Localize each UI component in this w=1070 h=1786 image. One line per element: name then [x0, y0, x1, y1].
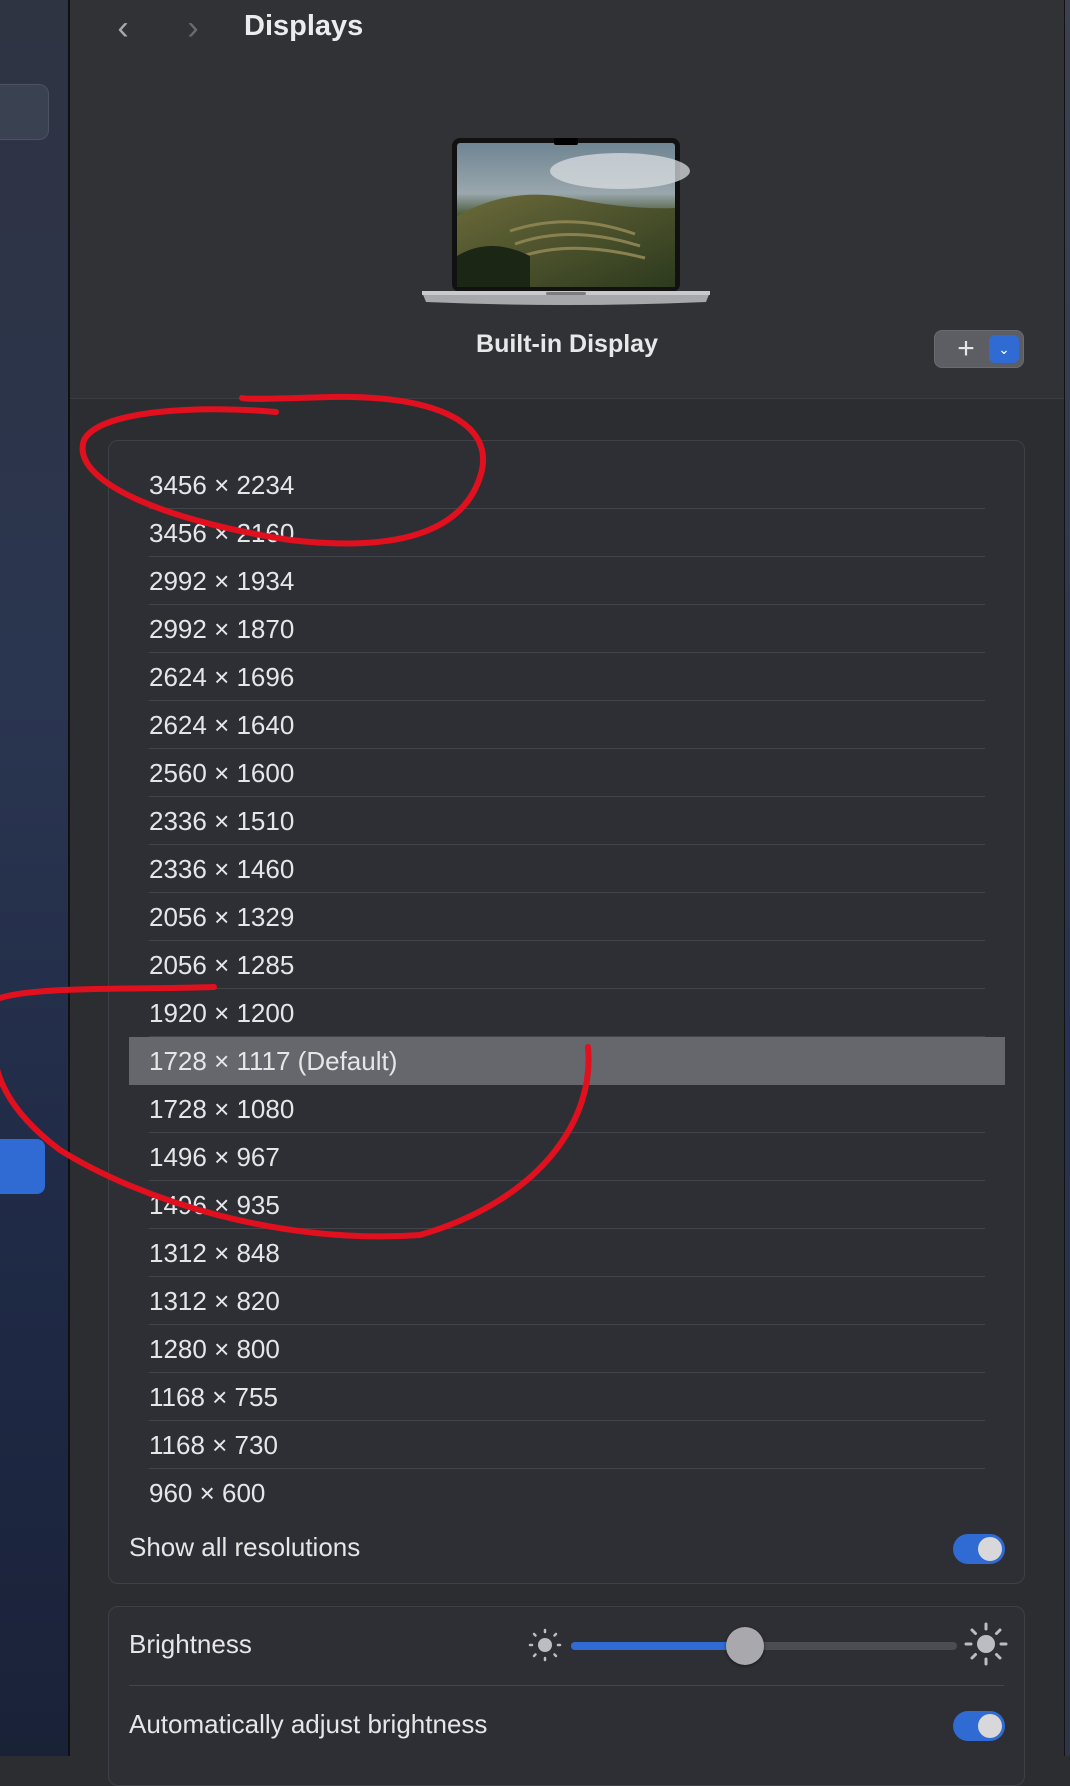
display-name[interactable]: Built-in Display	[0, 330, 1070, 359]
resolution-option[interactable]: 2992 × 1870	[129, 605, 1005, 653]
resolution-label: 1280 × 800	[149, 1334, 280, 1364]
resolution-option[interactable]: 1728 × 1117 (Default)	[129, 1037, 1005, 1085]
resolution-option[interactable]: 3456 × 2160	[129, 509, 1005, 557]
chevron-down-icon: ⌄	[998, 341, 1010, 357]
resolution-option[interactable]: 1168 × 755	[129, 1373, 1005, 1421]
brightness-panel: Brightness Automatically adjust brightne…	[108, 1606, 1025, 1786]
resolution-option[interactable]: 1728 × 1080	[129, 1085, 1005, 1133]
resolution-option[interactable]: 2336 × 1460	[129, 845, 1005, 893]
show-all-resolutions-toggle[interactable]	[953, 1534, 1005, 1564]
show-all-resolutions-label: Show all resolutions	[129, 1532, 361, 1562]
resolution-option[interactable]: 2624 × 1696	[129, 653, 1005, 701]
resolution-label: 1496 × 967	[149, 1142, 280, 1172]
brightness-high-icon	[964, 1622, 1008, 1666]
page-title: Displays	[244, 10, 364, 42]
resolution-label: 2992 × 1870	[149, 614, 295, 644]
forward-button[interactable]: ›	[178, 10, 208, 46]
resolution-option[interactable]: 1312 × 820	[129, 1277, 1005, 1325]
resolution-option[interactable]: 2992 × 1934	[129, 557, 1005, 605]
chevron-left-icon: ‹	[117, 9, 129, 47]
resolution-label: 2336 × 1510	[149, 806, 295, 836]
resolution-label: 2624 × 1640	[149, 710, 295, 740]
resolution-label: 1312 × 820	[149, 1286, 280, 1316]
resolution-option[interactable]: 2056 × 1329	[129, 893, 1005, 941]
brightness-slider-thumb[interactable]	[725, 1627, 764, 1665]
resolution-label: 1168 × 755	[149, 1382, 278, 1412]
toggle-knob	[978, 1537, 1002, 1561]
resolution-label: 960 × 600	[149, 1478, 266, 1508]
resolution-label: 1312 × 848	[149, 1238, 280, 1268]
add-display-button[interactable]: +	[949, 331, 983, 367]
resolution-option[interactable]: 1496 × 967	[129, 1133, 1005, 1181]
resolution-label: 2560 × 1600	[149, 758, 295, 788]
desktop-edge	[1065, 0, 1070, 1756]
resolution-option[interactable]: 2336 × 1510	[129, 797, 1005, 845]
resolution-option[interactable]: 2056 × 1285	[129, 941, 1005, 989]
resolution-option[interactable]: 2624 × 1640	[129, 701, 1005, 749]
resolution-label: 2992 × 1934	[149, 566, 295, 596]
resolution-option[interactable]: 2560 × 1600	[129, 749, 1005, 797]
resolution-label: 2056 × 1285	[149, 950, 295, 980]
resolution-label: 1496 × 935	[149, 1190, 280, 1220]
auto-brightness-toggle[interactable]	[953, 1711, 1005, 1741]
sidebar-selected-item[interactable]	[0, 1139, 45, 1194]
brightness-slider-fill	[571, 1642, 745, 1650]
resolution-label: 1168 × 730	[149, 1430, 278, 1460]
add-display-control[interactable]: + ⌄	[934, 330, 1024, 368]
resolution-label: 3456 × 2234	[149, 470, 295, 500]
add-display-menu-button[interactable]: ⌄	[989, 335, 1019, 363]
resolution-option[interactable]: 3456 × 2234	[129, 461, 1005, 509]
brightness-label: Brightness	[129, 1629, 252, 1659]
laptop-display-image	[422, 138, 710, 305]
resolution-option[interactable]: 1168 × 730	[129, 1421, 1005, 1469]
resolution-option[interactable]: 1312 × 848	[129, 1229, 1005, 1277]
resolution-list: 3456 × 2234 3456 × 2160 2992 × 1934 2992 × …	[129, 461, 1005, 1517]
divider	[129, 1685, 1004, 1686]
brightness-slider[interactable]	[571, 1627, 957, 1665]
resolution-option[interactable]: 1920 × 1200	[129, 989, 1005, 1037]
sidebar-edge	[0, 0, 70, 1756]
resolution-panel: 3456 × 2234 3456 × 2160 2992 × 1934 2992 × …	[108, 440, 1025, 1584]
resolution-label: 1728 × 1117 (Default)	[149, 1046, 398, 1076]
toggle-knob	[978, 1714, 1002, 1738]
resolution-option[interactable]: 1280 × 800	[129, 1325, 1005, 1373]
resolution-label: 2624 × 1696	[149, 662, 295, 692]
resolution-option[interactable]: 1496 × 935	[129, 1181, 1005, 1229]
auto-brightness-label: Automatically adjust brightness	[129, 1709, 488, 1739]
resolution-label: 1728 × 1080	[149, 1094, 295, 1124]
brightness-low-icon	[528, 1628, 562, 1662]
resolution-label: 1920 × 1200	[149, 998, 295, 1028]
resolution-label: 2336 × 1460	[149, 854, 295, 884]
chevron-right-icon: ›	[187, 9, 199, 47]
resolution-option[interactable]: 960 × 600	[129, 1469, 1005, 1517]
sidebar-search-field[interactable]	[0, 84, 49, 140]
back-button[interactable]: ‹	[108, 10, 138, 46]
resolution-label: 3456 × 2160	[149, 518, 295, 548]
resolution-label: 2056 × 1329	[149, 902, 295, 932]
